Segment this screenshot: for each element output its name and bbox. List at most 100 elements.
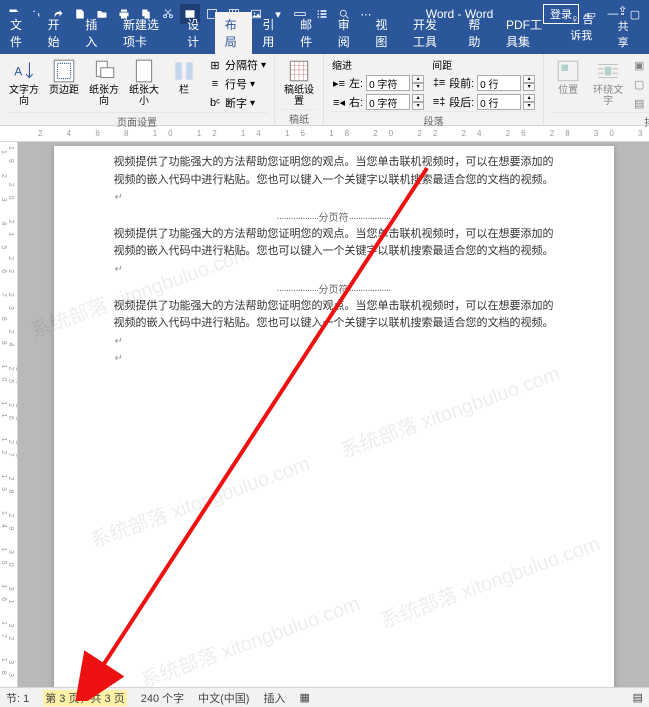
watermark: 系统部落 xitongbuluo.com [86, 447, 313, 553]
bring-forward-button[interactable]: ▣上移一层 ▾ [630, 56, 649, 74]
breaks-button[interactable]: ⊞分隔符 ▾ [206, 56, 268, 74]
group-label-page-setup: 页面设置 [6, 112, 268, 130]
indent-right-icon: ≡◂ [332, 95, 346, 109]
size-icon [131, 58, 157, 84]
tell-me[interactable]: ♀ 告诉我 [560, 7, 607, 47]
tab-review[interactable]: 审阅 [328, 12, 366, 54]
paragraph-text[interactable]: 视频的嵌入代码中进行粘贴。您也可以键入一个关键字以联机搜索最适合您的文档的视频。 [114, 243, 554, 278]
group-label-manuscript: 稿纸 [281, 109, 317, 127]
tab-view[interactable]: 视图 [365, 12, 403, 54]
tab-newtab[interactable]: 新建选项卡 [113, 12, 177, 54]
wrap-button[interactable]: 环绕文字 [590, 56, 626, 109]
orientation-icon [91, 58, 117, 84]
send-backward-button[interactable]: ▢下移一层 ▾ [630, 75, 649, 93]
size-button[interactable]: 纸张大小 [126, 56, 162, 109]
watermark: 系统部落 xitongbuluo.com [136, 587, 363, 687]
tab-layout[interactable]: 布局 [215, 12, 253, 54]
group-paragraph: 缩进 ▸≡左:▴▾ ≡◂右:▴▾ 间距 ‡≡段前:▴▾ ≡‡段后:▴▾ 段落 [324, 54, 544, 125]
watermark: 系统部落 xitongbuluo.com [376, 527, 603, 633]
group-manuscript: 稿纸设置 稿纸 [275, 54, 324, 125]
manuscript-icon [286, 58, 312, 84]
paragraph-empty[interactable] [114, 350, 554, 368]
paragraph-text[interactable]: 视频提供了功能强大的方法帮助您证明您的观点。当您单击联机视频时，可以在想要添加的 [114, 154, 554, 172]
spin-down-icon[interactable]: ▾ [523, 83, 535, 91]
tab-pdf[interactable]: PDF工具集 [496, 12, 560, 54]
spin-up-icon[interactable]: ▴ [412, 94, 424, 102]
page[interactable]: 视频提供了功能强大的方法帮助您证明您的观点。当您单击联机视频时，可以在想要添加的… [54, 146, 614, 687]
selection-pane-icon: ▤ [632, 96, 646, 110]
status-language[interactable]: 中文(中国) [198, 690, 249, 706]
manuscript-button[interactable]: 稿纸设置 [281, 56, 317, 109]
line-numbers-button[interactable]: ≡行号 ▾ [206, 75, 268, 93]
position-icon [555, 58, 581, 84]
indent-right-input[interactable] [366, 94, 410, 110]
ribbon: A文字方向 页边距 纸张方向 纸张大小 栏 ⊞分隔符 ▾ ≡行号 ▾ bᶜ断字 … [0, 54, 649, 126]
wrap-icon [595, 58, 621, 84]
status-section[interactable]: 节: 1 [6, 690, 29, 706]
spacing-after-input[interactable] [477, 94, 521, 110]
tab-home[interactable]: 开始 [38, 12, 76, 54]
indent-left-input[interactable] [366, 75, 410, 91]
text-direction-button[interactable]: A文字方向 [6, 56, 42, 109]
page-break: 分页符 [114, 209, 554, 224]
spacing-before-field[interactable]: ‡≡段前:▴▾ [430, 74, 537, 92]
document-area: 1 2 3 4 5 6 7 8 9 10 11 12 13 14 15 16 1… [0, 142, 649, 687]
indent-right-field[interactable]: ≡◂右:▴▾ [330, 93, 426, 111]
indent-label: 缩进 [330, 56, 426, 73]
columns-icon [171, 58, 197, 84]
group-arrange: 位置 环绕文字 ▣上移一层 ▾ ▢下移一层 ▾ ▤选择窗格 ⊫对齐 ▾ 排列 [544, 54, 649, 125]
spacing-label: 间距 [430, 56, 537, 73]
spin-up-icon[interactable]: ▴ [523, 75, 535, 83]
spin-up-icon[interactable]: ▴ [412, 75, 424, 83]
breaks-icon: ⊞ [208, 58, 222, 72]
ribbon-tabs: 文件 开始 插入 新建选项卡 设计 布局 引用 邮件 审阅 视图 开发工具 帮助… [0, 28, 649, 54]
hyphen-icon: bᶜ [208, 96, 222, 110]
status-page[interactable]: 第 3 页，共 3 页 [43, 690, 126, 706]
tab-help[interactable]: 帮助 [458, 12, 496, 54]
spacing-before-input[interactable] [477, 75, 521, 91]
status-insert-mode[interactable]: 插入 [263, 690, 285, 706]
tab-developer[interactable]: 开发工具 [403, 12, 458, 54]
columns-button[interactable]: 栏 [166, 56, 202, 98]
tab-mail[interactable]: 邮件 [290, 12, 328, 54]
tab-design[interactable]: 设计 [177, 12, 215, 54]
spin-down-icon[interactable]: ▾ [412, 83, 424, 91]
tab-file[interactable]: 文件 [0, 12, 38, 54]
spacing-before-icon: ‡≡ [432, 76, 446, 90]
svg-text:A: A [14, 64, 22, 78]
share-button[interactable]: ⇪ 共享 [608, 0, 649, 54]
indent-left-icon: ▸≡ [332, 76, 346, 90]
horizontal-ruler[interactable]: 2 4 6 8 10 12 14 16 18 20 22 24 26 28 30… [0, 126, 649, 142]
tab-references[interactable]: 引用 [252, 12, 290, 54]
paragraph-text[interactable]: 视频的嵌入代码中进行粘贴。您也可以键入一个关键字以联机搜索最适合您的文档的视频。 [114, 315, 554, 350]
margins-button[interactable]: 页边距 [46, 56, 82, 98]
spacing-after-field[interactable]: ≡‡段后:▴▾ [430, 93, 537, 111]
tab-insert[interactable]: 插入 [75, 12, 113, 54]
macro-icon[interactable]: ▦ [299, 691, 309, 704]
hyphenation-button[interactable]: bᶜ断字 ▾ [206, 94, 268, 112]
group-label-paragraph: 段落 [330, 111, 537, 129]
status-word-count[interactable]: 240 个字 [141, 690, 184, 706]
orientation-button[interactable]: 纸张方向 [86, 56, 122, 109]
group-page-setup: A文字方向 页边距 纸张方向 纸张大小 栏 ⊞分隔符 ▾ ≡行号 ▾ bᶜ断字 … [0, 54, 275, 125]
send-backward-icon: ▢ [632, 77, 646, 91]
paragraph-text[interactable]: 视频提供了功能强大的方法帮助您证明您的观点。当您单击联机视频时，可以在想要添加的 [114, 298, 554, 316]
paragraph-text[interactable]: 视频的嵌入代码中进行粘贴。您也可以键入一个关键字以联机搜索最适合您的文档的视频。 [114, 172, 554, 207]
view-readmode-icon[interactable]: ▤ [633, 691, 643, 704]
indent-left-field[interactable]: ▸≡左:▴▾ [330, 74, 426, 92]
spin-down-icon[interactable]: ▾ [412, 102, 424, 110]
paragraph-text[interactable]: 视频提供了功能强大的方法帮助您证明您的观点。当您单击联机视频时，可以在想要添加的 [114, 226, 554, 244]
margins-icon [51, 58, 77, 84]
spin-down-icon[interactable]: ▾ [523, 102, 535, 110]
group-label-arrange: 排列 [550, 112, 649, 130]
text-direction-icon: A [11, 58, 37, 84]
selection-pane-button[interactable]: ▤选择窗格 [630, 94, 649, 112]
page-break: 分页符 [114, 281, 554, 296]
vertical-ruler[interactable]: 1 2 3 4 5 6 7 8 9 10 11 12 13 14 15 16 1… [0, 142, 18, 687]
watermark: 系统部落 xitongbuluo.com [336, 357, 563, 463]
position-button[interactable]: 位置 [550, 56, 586, 98]
line-numbers-icon: ≡ [208, 77, 222, 91]
spin-up-icon[interactable]: ▴ [523, 94, 535, 102]
document-scroll[interactable]: 视频提供了功能强大的方法帮助您证明您的观点。当您单击联机视频时，可以在想要添加的… [18, 142, 649, 687]
bring-forward-icon: ▣ [632, 58, 646, 72]
